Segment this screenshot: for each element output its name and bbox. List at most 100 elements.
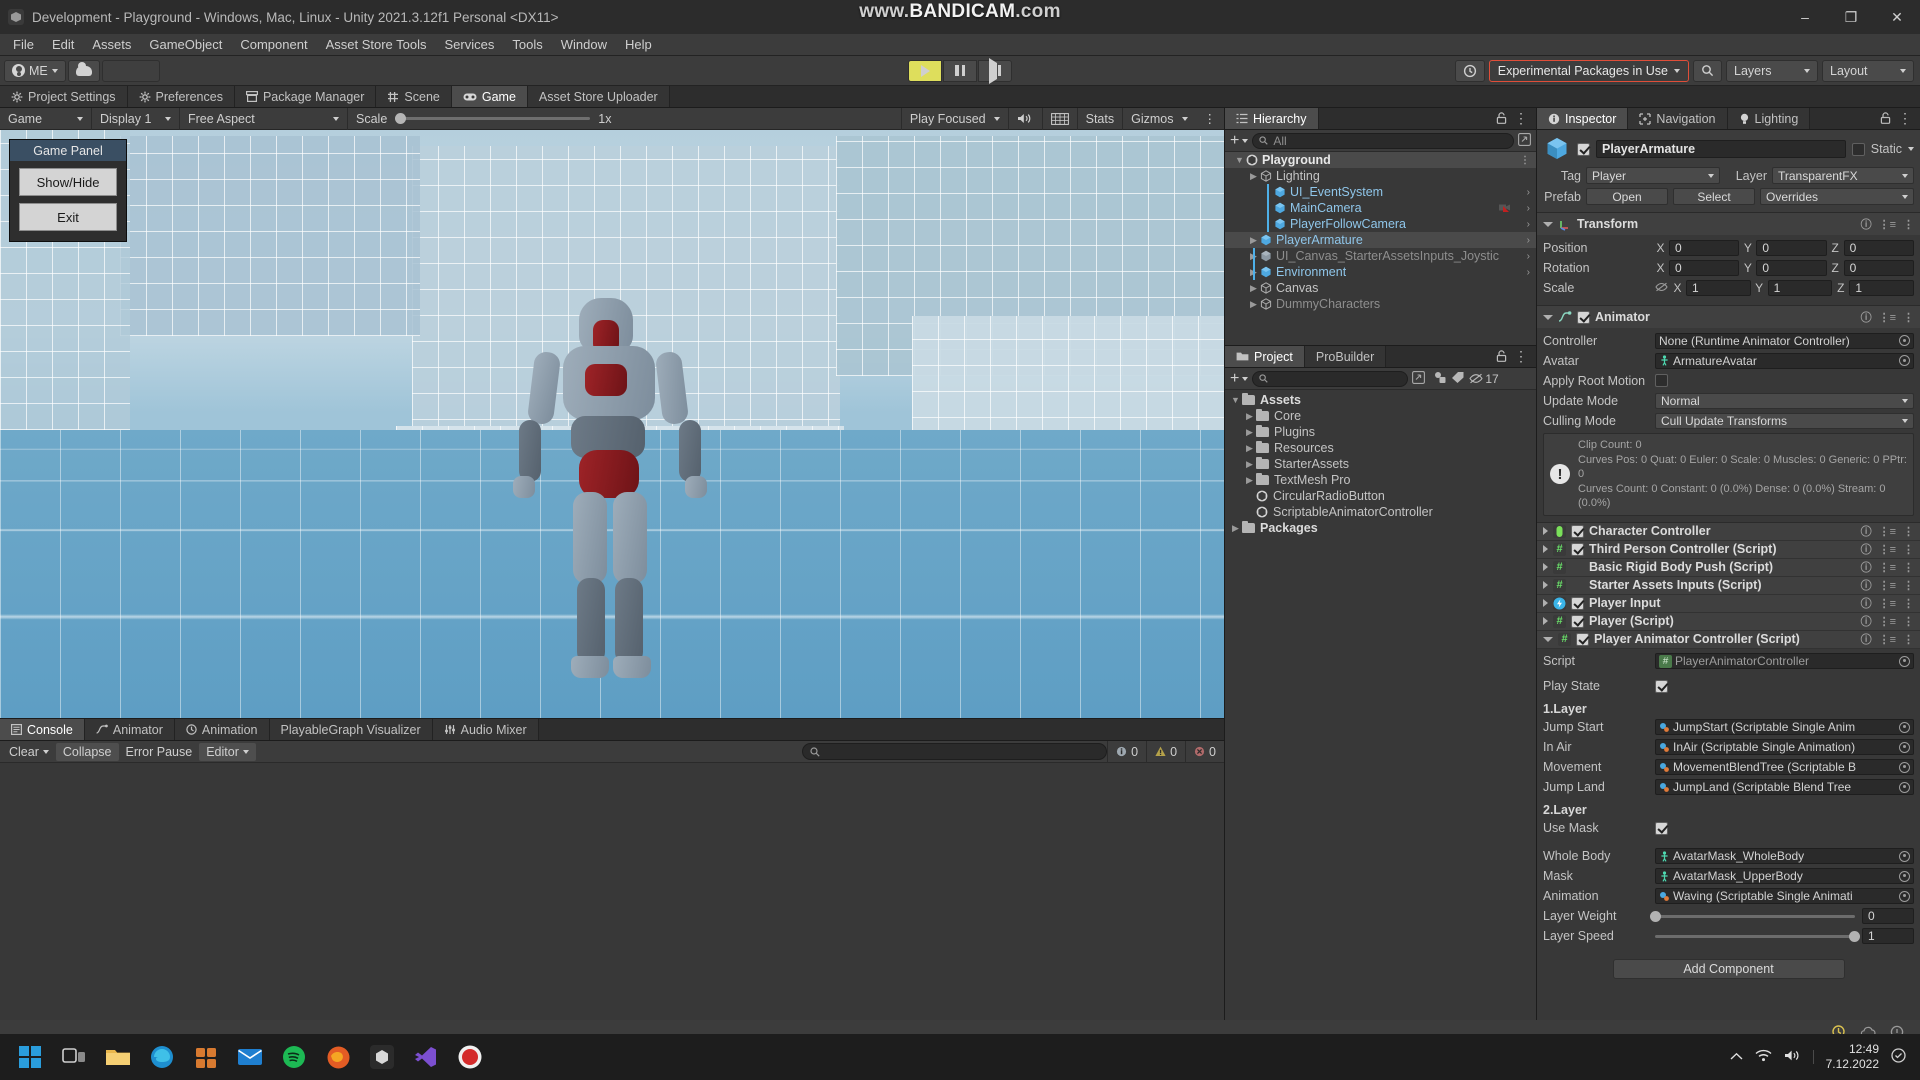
project-search-input[interactable] [1252, 370, 1409, 387]
foldout-icon[interactable] [1543, 314, 1553, 320]
component-row-third-person-controller-script-[interactable]: # Third Person Controller (Script) ⓘ ⋮≡ ⋮ [1537, 540, 1920, 559]
project-filter-label-icon[interactable] [1451, 371, 1465, 387]
component-row-player-input[interactable]: Player Input ⓘ ⋮≡ ⋮ [1537, 594, 1920, 613]
foldout-arrow-icon[interactable]: ▼ [1229, 395, 1242, 405]
animator-enabled-checkbox[interactable] [1577, 310, 1590, 324]
object-picker-icon[interactable] [1899, 781, 1910, 793]
hierarchy-item-lighting[interactable]: ▶ Lighting [1225, 168, 1536, 184]
bandicam-recorder-icon[interactable] [450, 1037, 490, 1077]
project-item-starterassets[interactable]: ▶ StarterAssets [1225, 456, 1536, 472]
component-enabled-checkbox[interactable] [1571, 542, 1584, 556]
component-menu-icon[interactable]: ⋮ [1903, 615, 1914, 628]
foldout-arrow-icon[interactable]: ▶ [1243, 443, 1256, 454]
project-item-assets[interactable]: ▼ Assets [1225, 392, 1536, 408]
tab-project[interactable]: Project [1225, 346, 1305, 367]
play-button[interactable] [908, 59, 942, 82]
experimental-packages-badge[interactable]: Experimental Packages in Use [1488, 59, 1689, 82]
foldout-arrow-icon[interactable]: ▶ [1247, 171, 1260, 182]
tab-animator[interactable]: Animator [84, 719, 175, 740]
console-search-input[interactable] [802, 743, 1108, 760]
static-checkbox[interactable] [1851, 142, 1865, 156]
tab-project-settings[interactable]: Project Settings [0, 86, 128, 107]
error-count[interactable]: 0 [1185, 740, 1224, 763]
tab-package-manager[interactable]: Package Manager [234, 86, 377, 107]
help-icon[interactable]: ⓘ [1861, 631, 1872, 647]
component-menu-icon[interactable]: ⋮ [1903, 579, 1914, 592]
chevron-down-icon[interactable] [1908, 147, 1914, 151]
editor-dropdown[interactable]: Editor [199, 742, 256, 761]
z-input[interactable]: 1 [1849, 279, 1915, 296]
tab-probuilder[interactable]: ProBuilder [1304, 346, 1387, 367]
project-search-expand-icon[interactable] [1412, 370, 1426, 387]
layers-dropdown[interactable]: Layers [1726, 59, 1818, 82]
step-button[interactable] [978, 57, 1012, 84]
layerspeed-slider-group[interactable]: 1 [1655, 928, 1914, 945]
component-menu-icon[interactable]: ⋮ [1903, 597, 1914, 610]
component-enabled-checkbox[interactable] [1571, 524, 1584, 538]
component-row-player-animator-controller-script-[interactable]: # Player Animator Controller (Script) ⓘ ⋮≡ ⋮ [1537, 630, 1920, 649]
object-picker-icon[interactable] [1899, 870, 1910, 882]
project-item-core[interactable]: ▶ Core [1225, 408, 1536, 424]
object-enabled-checkbox[interactable] [1577, 142, 1590, 156]
hierarchy-search-expand-icon[interactable] [1518, 132, 1531, 149]
hierarchy-item-playground[interactable]: ▼ Playground ⋮ [1225, 152, 1536, 168]
chevron-right-icon[interactable]: › [1527, 187, 1530, 198]
component-menu-icon[interactable]: ⋮ [1903, 561, 1914, 574]
foldout-icon[interactable] [1543, 527, 1548, 536]
help-icon[interactable]: ⓘ [1861, 559, 1872, 575]
hierarchy-item-playerfollowcamera[interactable]: PlayerFollowCamera › [1225, 216, 1536, 232]
collapse-button[interactable]: Collapse [55, 742, 119, 761]
layer1-row-objectfield[interactable]: MovementBlendTree (Scriptable B [1655, 759, 1914, 776]
foldout-arrow-icon[interactable]: ▶ [1247, 283, 1260, 294]
component-enabled-checkbox[interactable] [1571, 614, 1584, 628]
layerweight-value[interactable]: 0 [1862, 908, 1914, 925]
preset-icon[interactable]: ⋮≡ [1879, 633, 1896, 646]
stats-button[interactable]: Stats [1078, 107, 1124, 130]
layerweight-slider[interactable] [1650, 910, 1855, 922]
layer-dropdown[interactable]: TransparentFX [1772, 167, 1914, 184]
object-picker-icon[interactable] [1899, 721, 1910, 733]
scale-slider[interactable] [395, 113, 591, 124]
lock-icon[interactable] [1496, 111, 1507, 127]
foldout-arrow-icon[interactable]: ▶ [1243, 475, 1256, 486]
tab-lighting[interactable]: Lighting [1727, 108, 1811, 129]
component-menu-icon[interactable]: ⋮ [1903, 311, 1914, 324]
component-row-character-controller[interactable]: Character Controller ⓘ ⋮≡ ⋮ [1537, 522, 1920, 541]
component-row-player-script-[interactable]: # Player (Script) ⓘ ⋮≡ ⋮ [1537, 612, 1920, 631]
object-picker-icon[interactable] [1899, 890, 1910, 902]
component-menu-icon[interactable]: ⋮ [1903, 525, 1914, 538]
menu-item-asset-store-tools[interactable]: Asset Store Tools [317, 34, 436, 56]
error-pause-button[interactable]: Error Pause [119, 743, 200, 761]
hierarchy-item-canvas[interactable]: ▶ Canvas [1225, 280, 1536, 296]
add-component-button[interactable]: Add Component [1612, 958, 1845, 979]
avatar-objectfield[interactable]: ArmatureAvatar [1655, 352, 1914, 369]
project-hidden-count[interactable]: 17 [1469, 372, 1499, 386]
file-explorer-icon[interactable] [98, 1037, 138, 1077]
menu-item-tools[interactable]: Tools [503, 34, 551, 56]
preset-icon[interactable]: ⋮≡ [1879, 561, 1896, 574]
mail-icon[interactable] [230, 1037, 270, 1077]
panel-menu-button[interactable]: ⋮ [1898, 110, 1912, 127]
menu-item-window[interactable]: Window [552, 34, 616, 56]
tab-preferences[interactable]: Preferences [127, 86, 235, 107]
search-button[interactable] [1693, 59, 1722, 82]
rootmotion-checkbox[interactable] [1655, 374, 1668, 387]
chevron-right-icon[interactable]: › [1527, 219, 1530, 230]
firefox-icon[interactable] [318, 1037, 358, 1077]
object-picker-icon[interactable] [1899, 741, 1910, 753]
help-icon[interactable]: ⓘ [1861, 216, 1872, 232]
hierarchy-add-button[interactable]: + [1230, 132, 1249, 149]
hierarchy-item-playerarmature[interactable]: ▶ PlayerArmature › [1225, 232, 1536, 248]
warning-count[interactable]: 0 [1146, 740, 1185, 763]
menu-item-file[interactable]: File [4, 34, 43, 56]
component-row-starter-assets-inputs-script-[interactable]: # Starter Assets Inputs (Script) ⓘ ⋮≡ ⋮ [1537, 576, 1920, 595]
minimize-button[interactable]: – [1782, 0, 1828, 34]
preset-icon[interactable]: ⋮≡ [1879, 218, 1896, 231]
menu-item-services[interactable]: Services [436, 34, 504, 56]
hierarchy-menu-button[interactable]: ⋮ [1514, 110, 1528, 127]
foldout-icon[interactable] [1543, 599, 1548, 608]
edge-browser-icon[interactable] [142, 1037, 182, 1077]
hierarchy-item-dummycharacters[interactable]: ▶ DummyCharacters [1225, 296, 1536, 312]
spotify-icon[interactable] [274, 1037, 314, 1077]
foldout-icon[interactable] [1543, 563, 1548, 572]
